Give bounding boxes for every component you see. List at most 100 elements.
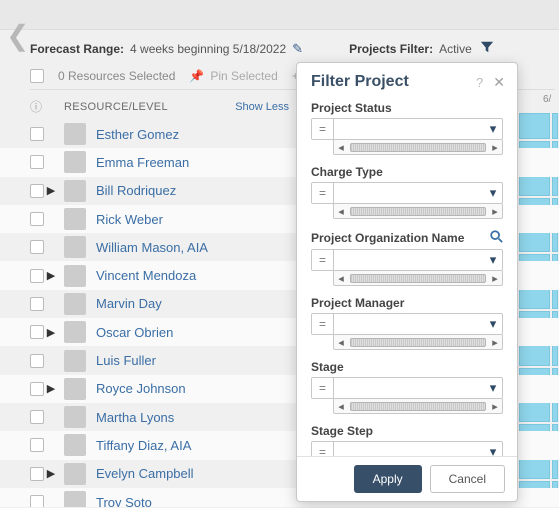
operator-equals[interactable]: = — [312, 378, 334, 398]
filter-combo[interactable]: =▾ — [311, 441, 503, 456]
scroll-thumb[interactable] — [350, 274, 486, 283]
resource-name-link[interactable]: Vincent Mendoza — [96, 268, 196, 283]
back-chevron[interactable]: ❮ — [6, 22, 29, 50]
avatar — [64, 491, 86, 507]
row-checkbox[interactable] — [30, 155, 44, 169]
horizontal-scrollbar[interactable]: ◂▸ — [333, 399, 503, 414]
filter-input[interactable] — [334, 442, 484, 456]
scroll-thumb[interactable] — [350, 338, 486, 347]
horizontal-scrollbar[interactable]: ◂▸ — [333, 140, 503, 155]
avatar — [64, 123, 86, 145]
row-checkbox[interactable] — [30, 269, 44, 283]
edit-forecast-icon[interactable]: ✎ — [292, 41, 303, 57]
resource-name-link[interactable]: William Mason, AIA — [96, 240, 208, 255]
filter-field: Charge Type=▾◂▸ — [311, 165, 513, 219]
resource-name-link[interactable]: Royce Johnson — [96, 381, 186, 396]
operator-equals[interactable]: = — [312, 250, 334, 270]
chevron-down-icon[interactable]: ▾ — [484, 250, 502, 270]
help-icon[interactable]: ? — [476, 75, 483, 90]
resource-name-link[interactable]: Esther Gomez — [96, 127, 179, 142]
operator-equals[interactable]: = — [312, 119, 334, 139]
filter-project-popover: Filter Project ? ✕ Project Status=▾◂▸Cha… — [296, 62, 518, 502]
resource-name-link[interactable]: Rick Weber — [96, 212, 163, 227]
filter-input[interactable] — [334, 250, 484, 270]
row-checkbox[interactable] — [30, 467, 44, 481]
expand-icon[interactable]: ▶ — [44, 326, 58, 339]
resource-name-link[interactable]: Evelyn Campbell — [96, 466, 194, 481]
column-header-resource[interactable]: RESOURCE/LEVEL — [64, 101, 168, 113]
row-checkbox[interactable] — [30, 212, 44, 226]
avatar — [64, 180, 86, 202]
avatar — [64, 350, 86, 372]
resource-name-link[interactable]: Emma Freeman — [96, 155, 189, 170]
scroll-right-icon[interactable]: ▸ — [488, 400, 502, 413]
filter-combo[interactable]: =▾ — [311, 118, 503, 140]
scroll-left-icon[interactable]: ◂ — [334, 400, 348, 413]
pin-selected-button[interactable]: 📌 Pin Selected — [189, 69, 277, 83]
chevron-down-icon[interactable]: ▾ — [484, 119, 502, 139]
filter-input[interactable] — [334, 378, 484, 398]
resource-name-link[interactable]: Marvin Day — [96, 296, 162, 311]
row-checkbox[interactable] — [30, 184, 44, 198]
filter-combo[interactable]: =▾ — [311, 249, 503, 271]
horizontal-scrollbar[interactable]: ◂▸ — [333, 204, 503, 219]
cancel-button[interactable]: Cancel — [430, 465, 505, 493]
scroll-thumb[interactable] — [350, 143, 486, 152]
field-label: Project Status — [311, 101, 503, 115]
filter-field: Project Manager=▾◂▸ — [311, 296, 513, 350]
expand-icon[interactable]: ▶ — [44, 184, 58, 197]
expand-icon[interactable]: ▶ — [44, 269, 58, 282]
filter-combo[interactable]: =▾ — [311, 182, 503, 204]
resource-name-link[interactable]: Tiffany Diaz, AIA — [96, 438, 191, 453]
row-checkbox[interactable] — [30, 240, 44, 254]
filter-combo[interactable]: =▾ — [311, 377, 503, 399]
select-all-checkbox[interactable] — [30, 69, 44, 83]
scroll-left-icon[interactable]: ◂ — [334, 141, 348, 154]
search-icon[interactable] — [489, 229, 503, 246]
scroll-left-icon[interactable]: ◂ — [334, 336, 348, 349]
filter-input[interactable] — [334, 119, 484, 139]
row-checkbox[interactable] — [30, 495, 44, 507]
row-checkbox[interactable] — [30, 438, 44, 452]
filter-input[interactable] — [334, 183, 484, 203]
expand-icon[interactable]: ▶ — [44, 467, 58, 480]
operator-equals[interactable]: = — [312, 314, 334, 334]
filter-combo[interactable]: =▾ — [311, 313, 503, 335]
filter-icon[interactable] — [480, 40, 494, 57]
resource-name-link[interactable]: Troy Soto — [96, 495, 152, 508]
row-checkbox[interactable] — [30, 325, 44, 339]
close-icon[interactable]: ✕ — [493, 74, 505, 91]
chevron-down-icon[interactable]: ▾ — [484, 314, 502, 334]
apply-button[interactable]: Apply — [354, 465, 422, 493]
resource-name-link[interactable]: Luis Fuller — [96, 353, 156, 368]
row-checkbox[interactable] — [30, 297, 44, 311]
chevron-down-icon[interactable]: ▾ — [484, 183, 502, 203]
scroll-right-icon[interactable]: ▸ — [488, 205, 502, 218]
horizontal-scrollbar[interactable]: ◂▸ — [333, 335, 503, 350]
resource-name-link[interactable]: Bill Rodriquez — [96, 183, 176, 198]
scroll-thumb[interactable] — [350, 402, 486, 411]
row-checkbox[interactable] — [30, 127, 44, 141]
chevron-down-icon[interactable]: ▾ — [484, 442, 502, 456]
avatar — [64, 463, 86, 485]
scroll-left-icon[interactable]: ◂ — [334, 272, 348, 285]
info-icon[interactable]: ⓘ — [30, 98, 42, 115]
resource-name-link[interactable]: Oscar Obrien — [96, 325, 173, 340]
scroll-left-icon[interactable]: ◂ — [334, 205, 348, 218]
resource-name-link[interactable]: Martha Lyons — [96, 410, 174, 425]
scroll-right-icon[interactable]: ▸ — [488, 272, 502, 285]
scroll-right-icon[interactable]: ▸ — [488, 141, 502, 154]
avatar — [64, 378, 86, 400]
horizontal-scrollbar[interactable]: ◂▸ — [333, 271, 503, 286]
chevron-down-icon[interactable]: ▾ — [484, 378, 502, 398]
expand-icon[interactable]: ▶ — [44, 382, 58, 395]
operator-equals[interactable]: = — [312, 183, 334, 203]
operator-equals[interactable]: = — [312, 442, 334, 456]
row-checkbox[interactable] — [30, 382, 44, 396]
scroll-right-icon[interactable]: ▸ — [488, 336, 502, 349]
scroll-thumb[interactable] — [350, 207, 486, 216]
row-checkbox[interactable] — [30, 354, 44, 368]
show-less-link[interactable]: Show Less — [235, 101, 289, 113]
row-checkbox[interactable] — [30, 410, 44, 424]
filter-input[interactable] — [334, 314, 484, 334]
